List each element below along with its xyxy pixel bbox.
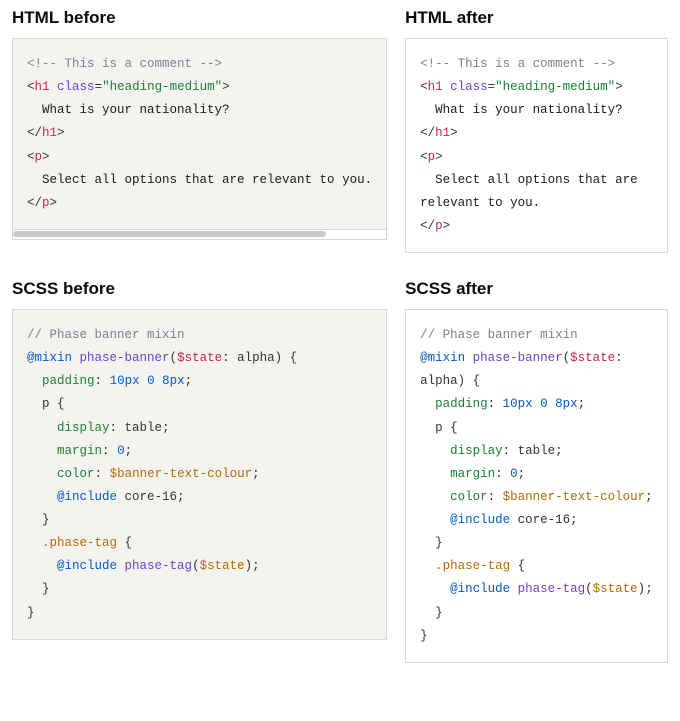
codebox-html-before: <!-- This is a comment --> <h1 class="he… <box>12 38 387 230</box>
codebox-scss-after: // Phase banner mixin @mixin phase-banne… <box>405 309 668 663</box>
heading-scss-before: SCSS before <box>12 279 387 299</box>
heading-scss-after: SCSS after <box>405 279 668 299</box>
horizontal-scrollbar[interactable] <box>12 230 387 240</box>
heading-html-after: HTML after <box>405 8 668 28</box>
scrollbar-thumb[interactable] <box>13 231 326 237</box>
codebox-html-after: <!-- This is a comment --> <h1 class="he… <box>405 38 668 253</box>
heading-html-before: HTML before <box>12 8 387 28</box>
codebox-scss-before: // Phase banner mixin @mixin phase-banne… <box>12 309 387 640</box>
